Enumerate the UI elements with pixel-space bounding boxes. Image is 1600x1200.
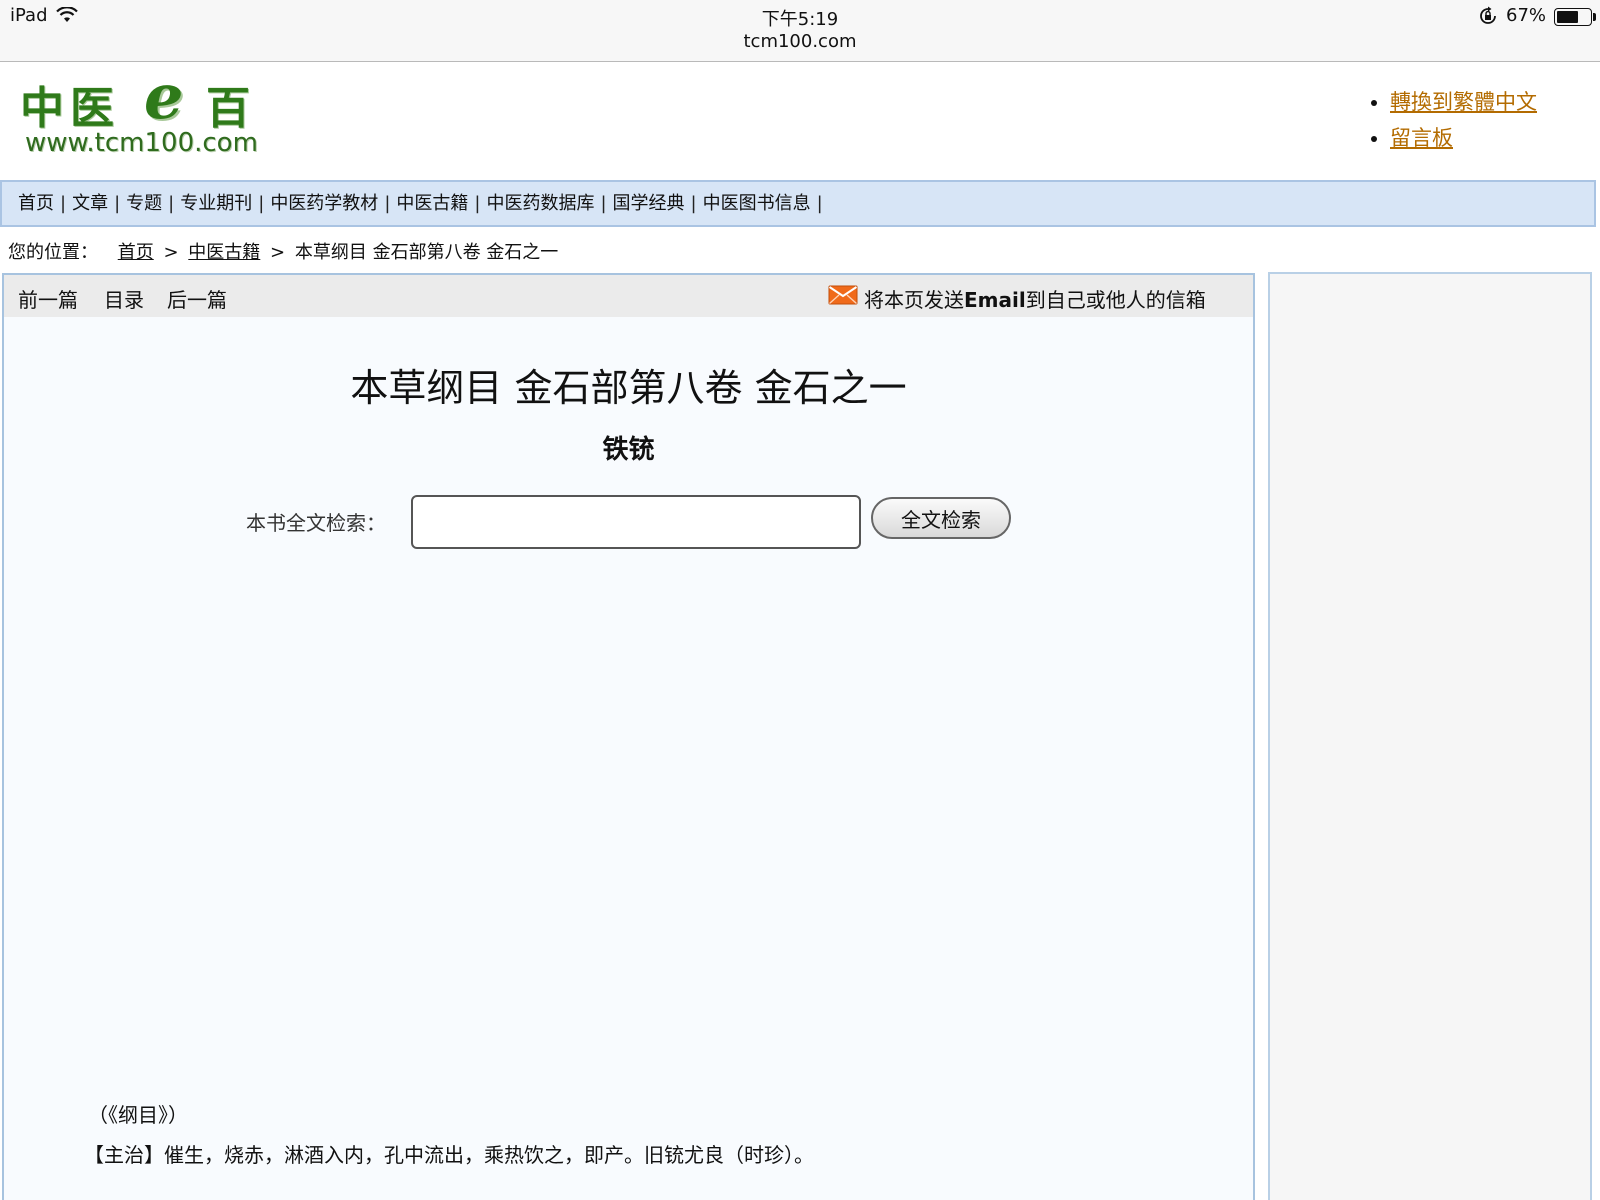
- logo-text-left: 中医: [20, 83, 120, 134]
- battery-cap: [1593, 13, 1596, 21]
- nav-item-articles[interactable]: 文章: [72, 193, 108, 214]
- top-link-item: 留言板: [1390, 122, 1537, 152]
- email-page-link[interactable]: 将本页发送Email到自己或他人的信箱: [864, 284, 1206, 313]
- mail-icon[interactable]: [828, 285, 858, 305]
- prev-article-link[interactable]: 前一篇: [18, 284, 78, 313]
- breadcrumb-prefix: 您的位置：: [8, 242, 98, 263]
- content-indication-line: 【主治】催生，烧赤，淋酒入内，孔中流出，乘热饮之，即产。旧铳尤良（时珍）。: [84, 1143, 814, 1167]
- nav-separator: |: [258, 193, 265, 214]
- nav-separator: |: [384, 193, 391, 214]
- breadcrumb-current: 本草纲目 金石部第八卷 金石之一: [294, 242, 559, 263]
- breadcrumb-separator: >: [163, 242, 179, 263]
- nav-separator: |: [600, 193, 607, 214]
- side-panel: [1268, 272, 1592, 1200]
- nav-separator: |: [690, 193, 697, 214]
- logo-url: www.tcm100.com: [25, 128, 258, 158]
- email-text-bold: Email: [964, 288, 1026, 312]
- email-text-before: 将本页发送: [864, 288, 964, 312]
- guestbook-link[interactable]: 留言板: [1390, 126, 1453, 150]
- nav-item-classics[interactable]: 中医古籍: [396, 193, 468, 214]
- breadcrumb-link-classics[interactable]: 中医古籍: [188, 242, 260, 263]
- breadcrumb: 您的位置： 首页 > 中医古籍 > 本草纲目 金石部第八卷 金石之一: [8, 238, 558, 264]
- logo-text-right: 百: [206, 83, 256, 134]
- breadcrumb-link-home[interactable]: 首页: [118, 242, 154, 263]
- nav-separator: |: [114, 193, 121, 214]
- next-article-link[interactable]: 后一篇: [167, 284, 227, 313]
- article-panel: 前一篇 目录 后一篇 将本页发送Email到自己或他人的信箱 本草纲目 金石部第…: [2, 273, 1255, 1200]
- nav-item-topics[interactable]: 专题: [126, 193, 162, 214]
- content-source-line: （《纲目》）: [88, 1103, 188, 1127]
- breadcrumb-separator: >: [270, 242, 286, 263]
- page-title: 本草纲目 金石部第八卷 金石之一: [350, 366, 907, 410]
- main-nav: 首页 | 文章 | 专题 | 专业期刊 | 中医药学教材 | 中医古籍 | 中医药数据库 | 国学经典 | 中医…: [0, 180, 1596, 227]
- nav-item-database[interactable]: 中医药数据库: [486, 193, 594, 214]
- article-toolbar: 前一篇 目录 后一篇 将本页发送Email到自己或他人的信箱: [4, 275, 1253, 317]
- nav-item-sinology[interactable]: 国学经典: [613, 193, 685, 214]
- page-subtitle: 铁铳: [602, 435, 655, 465]
- top-links: 轉換到繁體中文 留言板: [1370, 86, 1537, 158]
- battery-icon: [1554, 8, 1592, 26]
- rotation-lock-icon: [1480, 6, 1496, 24]
- status-bar: iPad 下午5:19 tcm100.com 67%: [0, 0, 1600, 62]
- address-bar-url[interactable]: tcm100.com: [0, 31, 1600, 52]
- clock: 下午5:19: [761, 9, 839, 30]
- top-link-item: 轉換到繁體中文: [1390, 86, 1537, 116]
- nav-item-textbooks[interactable]: 中医药学教材: [270, 193, 378, 214]
- battery-level: [1557, 11, 1578, 23]
- nav-item-book-info[interactable]: 中医图书信息: [703, 193, 811, 214]
- nav-item-home[interactable]: 首页: [18, 193, 54, 214]
- nav-separator: |: [474, 193, 481, 214]
- fulltext-search-label: 本书全文检索：: [246, 511, 386, 535]
- traditional-chinese-link[interactable]: 轉換到繁體中文: [1390, 90, 1537, 114]
- battery-percent: 67%: [1506, 5, 1547, 26]
- nav-separator: |: [60, 193, 67, 214]
- toc-link[interactable]: 目录: [104, 284, 144, 313]
- nav-separator: |: [816, 193, 823, 214]
- fulltext-search-button[interactable]: 全文检索: [871, 497, 1011, 539]
- site-logo[interactable]: 中医 e 百 www.tcm100.com: [20, 60, 270, 165]
- email-text-after: 到自己或他人的信箱: [1025, 288, 1206, 312]
- nav-item-journals[interactable]: 专业期刊: [180, 193, 252, 214]
- fulltext-search-input[interactable]: [411, 495, 861, 549]
- nav-separator: |: [168, 193, 175, 214]
- logo-e: e: [144, 60, 184, 133]
